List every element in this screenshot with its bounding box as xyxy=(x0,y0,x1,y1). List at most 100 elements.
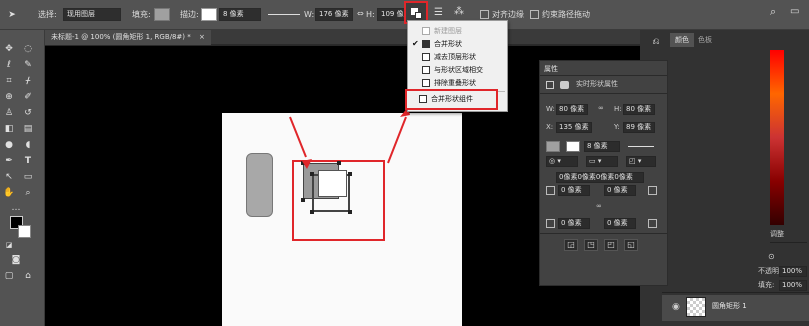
y-label: Y: xyxy=(614,123,620,131)
brush-icon[interactable]: ✐ xyxy=(22,91,34,103)
quick-select-icon[interactable]: ✎ xyxy=(22,59,34,71)
tab-swatches[interactable]: 色板 xyxy=(698,33,718,47)
tab-adjustments[interactable]: 调整 xyxy=(770,228,807,241)
eraser-icon[interactable]: ◧ xyxy=(3,123,15,135)
background-color[interactable] xyxy=(18,225,31,238)
eyedropper-icon[interactable]: ᚋ xyxy=(22,75,34,87)
stroke-size-field[interactable]: 8 像素 xyxy=(219,8,261,21)
gradient-icon[interactable]: ▤ xyxy=(22,123,34,135)
visibility-eye-icon[interactable]: ◉ xyxy=(672,302,680,312)
shape-props-icon[interactable] xyxy=(546,81,554,89)
merge-components-icon xyxy=(419,95,427,103)
fill-swatch[interactable] xyxy=(154,8,170,21)
workspace-icon[interactable]: ▭ xyxy=(790,7,799,17)
constrain-path-label: 约束路径拖动 xyxy=(542,10,590,19)
corner-br-field[interactable]: 0 像素 xyxy=(604,218,636,229)
layer-name[interactable]: 圆角矩形 1 xyxy=(712,301,747,311)
stroke-type-line[interactable] xyxy=(268,14,300,15)
corner-tl-link[interactable] xyxy=(546,186,555,195)
width-field[interactable]: 176 像素 xyxy=(315,8,353,21)
anchor-point[interactable] xyxy=(348,210,352,214)
document-tab[interactable]: 未标题-1 @ 100% (圆角矩形 1, RGB/8#) * × xyxy=(45,30,211,45)
move-tool-icon[interactable]: ➤ xyxy=(6,9,18,21)
prop-stroke-swatch[interactable] xyxy=(566,141,580,152)
stroke-swatch[interactable] xyxy=(201,8,217,21)
link-icon[interactable]: ⇔ xyxy=(357,9,364,19)
exclude-shape-icon[interactable]: ◱ xyxy=(624,239,638,251)
layer-thumbnail xyxy=(686,297,706,317)
corner-tl-field[interactable]: 0 像素 xyxy=(558,185,590,196)
move-icon[interactable]: ✥ xyxy=(3,43,15,55)
corner-radii-all[interactable]: 0像素0像素0像素0像素 xyxy=(556,172,644,183)
panel-divider xyxy=(770,242,807,243)
h-field[interactable]: 80 像素 xyxy=(623,104,655,115)
prop-fill-swatch[interactable] xyxy=(546,141,560,152)
w-field[interactable]: 80 像素 xyxy=(556,104,588,115)
lasso-icon[interactable]: ℓ xyxy=(3,59,15,71)
y-field[interactable]: 89 像素 xyxy=(623,122,655,133)
corner-bl-field[interactable]: 0 像素 xyxy=(558,218,590,229)
type-icon[interactable]: T xyxy=(22,155,34,167)
menu-item-merge-components[interactable]: 合并形状组件 xyxy=(405,89,498,110)
stroke-caps-dropdown[interactable]: ▭ ▾ xyxy=(586,156,618,167)
corner-link-icon[interactable]: ∞ xyxy=(596,201,602,212)
color-ramp[interactable] xyxy=(770,50,784,225)
corner-tr-link[interactable] xyxy=(648,186,657,195)
path-arrangement-icon[interactable]: ⁂ xyxy=(454,7,464,17)
corner-bl-link[interactable] xyxy=(546,219,555,228)
blur-icon[interactable]: ● xyxy=(3,139,15,151)
constrain-path-checkbox[interactable] xyxy=(530,10,539,19)
default-colors-icon[interactable]: ◪ xyxy=(3,239,15,251)
frame-icon[interactable]: ⌂ xyxy=(22,270,34,282)
kind-filter-icon[interactable]: ⊙ xyxy=(768,252,780,262)
intersect-shape-icon xyxy=(422,66,430,74)
anchor-point[interactable] xyxy=(310,210,314,214)
healing-icon[interactable]: ⊕ xyxy=(3,91,15,103)
prop-stroke-type[interactable] xyxy=(628,146,654,147)
tab-color[interactable]: 颜色 xyxy=(670,33,694,47)
stroke-align-dropdown[interactable]: ◎ ▾ xyxy=(546,156,578,167)
path-select-icon[interactable]: ↖ xyxy=(3,171,15,183)
fill-field[interactable]: 100% xyxy=(779,280,807,291)
document-tab-title: 未标题-1 @ 100% (圆角矩形 1, RGB/8#) * xyxy=(51,33,191,41)
dodge-icon[interactable]: ◖ xyxy=(22,139,34,151)
properties-title: 属性 xyxy=(544,65,558,73)
stroke-corners-dropdown[interactable]: ◰ ▾ xyxy=(626,156,656,167)
subtract-shape-icon[interactable]: ◳ xyxy=(584,239,598,251)
menu-item-new-layer[interactable]: 新建图层 xyxy=(408,25,507,37)
menu-item-subtract-front[interactable]: 减去顶层形状 xyxy=(408,51,507,63)
x-field[interactable]: 135 像素 xyxy=(556,122,592,133)
screen-mode-icon[interactable]: ▢ xyxy=(3,270,15,282)
rectangle-icon[interactable]: ▭ xyxy=(22,171,34,183)
hand-icon[interactable]: ✋ xyxy=(3,187,15,199)
anchor-point[interactable] xyxy=(301,198,305,202)
prop-stroke-size[interactable]: 8 像素 xyxy=(584,141,620,152)
zoom-icon[interactable]: ⌕ xyxy=(22,187,34,199)
path-alignment-icon[interactable]: ☰ xyxy=(434,8,443,18)
quick-mask-icon[interactable]: ◙ xyxy=(10,254,22,266)
combine-shapes-icon[interactable]: ◲ xyxy=(564,239,578,251)
intersect-shape-icon[interactable]: ◰ xyxy=(604,239,618,251)
history-panel-icon[interactable]: ⎌ xyxy=(650,36,662,48)
corner-br-link[interactable] xyxy=(648,219,657,228)
select-dropdown[interactable]: 现用图层 xyxy=(63,8,121,21)
menu-item-combine-shapes[interactable]: ✔ 合并形状 xyxy=(408,38,507,50)
menu-item-intersect[interactable]: 与形状区域相交 xyxy=(408,64,507,76)
rounded-rectangle-shape[interactable] xyxy=(246,153,273,217)
opacity-field[interactable]: 100% xyxy=(779,266,807,277)
link-icon[interactable]: ∞ xyxy=(598,103,604,114)
pen-icon[interactable]: ✒ xyxy=(3,155,15,167)
crop-icon[interactable]: ⌗ xyxy=(3,75,15,87)
more-tools-icon[interactable]: … xyxy=(10,202,22,214)
align-edges-checkbox[interactable] xyxy=(480,10,489,19)
stamp-icon[interactable]: ♙ xyxy=(3,107,15,119)
mask-props-icon[interactable] xyxy=(560,81,569,89)
corner-tr-field[interactable]: 0 像素 xyxy=(604,185,636,196)
search-icon[interactable]: ⌕ xyxy=(770,6,776,17)
layer-row[interactable]: ◉ 圆角矩形 1 xyxy=(662,295,809,321)
height-label: H: xyxy=(366,10,375,19)
menu-item-exclude-overlap[interactable]: 排除重叠形状 xyxy=(408,77,507,89)
marquee-icon[interactable]: ◌ xyxy=(22,43,34,55)
tab-close-icon[interactable]: × xyxy=(199,33,205,41)
history-brush-icon[interactable]: ↺ xyxy=(22,107,34,119)
